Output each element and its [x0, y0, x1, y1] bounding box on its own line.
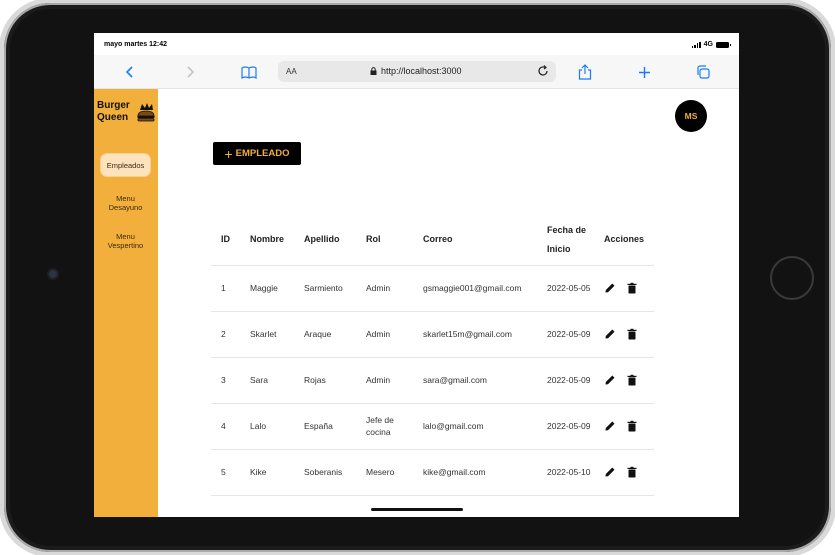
home-button-ring — [770, 256, 814, 300]
cell-nombre: Sara — [240, 356, 294, 403]
table-row: 2 Skarlet Araque Admin skarlet15m@gmail.com 2… — [211, 310, 654, 357]
status-indicators: 4G — [691, 41, 731, 48]
header-nombre: Nombre — [250, 234, 285, 245]
trash-icon[interactable] — [626, 420, 638, 432]
camera-lens — [49, 270, 57, 278]
cell-correo: skarlet15m@gmail.com — [413, 310, 537, 357]
cell-correo: kike@gmail.com — [413, 448, 537, 496]
burger-crown-icon — [136, 102, 156, 124]
network-label: 4G — [703, 41, 713, 48]
edit-icon[interactable] — [604, 328, 616, 340]
sidebar-item-menu-desayuno[interactable]: Menu Desayuno — [101, 194, 150, 212]
url-text: http://localhost:3000 — [381, 66, 462, 76]
cell-nombre: Maggie — [240, 264, 294, 311]
trash-icon[interactable] — [626, 466, 638, 478]
tabs-overview-icon[interactable] — [694, 63, 712, 81]
plus-icon: + — [224, 145, 233, 162]
cell-fecha: 2022-05-09 — [537, 402, 594, 449]
cell-nombre: Lalo — [240, 402, 294, 449]
cell-apellido: Araque — [294, 310, 356, 357]
cell-acciones — [594, 448, 654, 496]
screen: mayo martes 12:42 4G AA http://localhost… — [94, 33, 739, 517]
cell-correo: gsmaggie001@gmail.com — [413, 264, 537, 311]
cell-fecha: 2022-05-09 — [537, 356, 594, 403]
status-time: mayo martes 12:42 — [104, 41, 168, 48]
user-avatar[interactable]: MS — [675, 100, 707, 132]
cell-acciones — [594, 310, 654, 357]
cell-rol: Mesero — [356, 448, 413, 496]
new-tab-icon[interactable] — [635, 63, 653, 81]
table-row: 4 Lalo España Jefe de cocina lalo@gmail.com 2… — [211, 402, 654, 449]
home-indicator — [371, 508, 463, 511]
cell-apellido: Soberanis — [294, 448, 356, 496]
edit-icon[interactable] — [604, 374, 616, 386]
battery-icon — [716, 41, 731, 48]
sidebar-item-menu-vespertino[interactable]: Menu Vespertino — [101, 232, 150, 250]
lock-icon — [370, 67, 377, 75]
sidebar: Burger Queen Empleados Menu Desayuno Men… — [94, 89, 158, 517]
trash-icon[interactable] — [626, 374, 638, 386]
cell-fecha: 2022-05-09 — [537, 310, 594, 357]
reload-icon[interactable] — [536, 64, 550, 78]
row-actions — [604, 282, 654, 294]
edit-icon[interactable] — [604, 282, 616, 294]
header-correo: Correo — [423, 234, 453, 245]
employees-table: ID Nombre Apellido Rol Correo Fecha de I… — [211, 215, 654, 496]
main-content: MS + EMPLEADO ID Nombre Apellido Rol Cor… — [158, 89, 739, 517]
cell-id: 5 — [211, 448, 240, 496]
browser-toolbar: AA http://localhost:3000 — [94, 55, 739, 89]
header-id: ID — [221, 234, 230, 245]
row-actions — [604, 328, 654, 340]
cell-apellido: España — [294, 402, 356, 449]
header-acciones: Acciones — [604, 234, 645, 245]
cell-rol: Admin — [356, 310, 413, 357]
cell-id: 3 — [211, 356, 240, 403]
add-employee-label: EMPLEADO — [235, 148, 290, 159]
row-actions — [604, 420, 654, 432]
header-fecha-inicio: Fecha de Inicio — [547, 224, 587, 254]
bookmarks-icon[interactable] — [240, 63, 258, 81]
header-rol: Rol — [366, 234, 381, 245]
edit-icon[interactable] — [604, 420, 616, 432]
brand-logo: Burger Queen — [97, 100, 155, 130]
add-employee-button[interactable]: + EMPLEADO — [213, 142, 301, 165]
cell-apellido: Sarmiento — [294, 264, 356, 311]
trash-icon[interactable] — [626, 282, 638, 294]
table-row: 1 Maggie Sarmiento Admin gsmaggie001@gmail.c… — [211, 264, 654, 311]
table-header-row: ID Nombre Apellido Rol Correo Fecha de I… — [211, 215, 654, 265]
cell-id: 1 — [211, 264, 240, 311]
address-bar[interactable]: AA http://localhost:3000 — [278, 61, 556, 82]
table-row: 3 Sara Rojas Admin sara@gmail.com 2022-05-09 — [211, 356, 654, 403]
cell-apellido: Rojas — [294, 356, 356, 403]
forward-icon[interactable] — [181, 63, 199, 81]
cell-fecha: 2022-05-05 — [537, 264, 594, 311]
cell-acciones — [594, 356, 654, 403]
cell-acciones — [594, 264, 654, 311]
edit-icon[interactable] — [604, 466, 616, 478]
cell-id: 2 — [211, 310, 240, 357]
row-actions — [604, 466, 654, 478]
row-actions — [604, 374, 654, 386]
cell-rol: Admin — [356, 264, 413, 311]
table-row: 5 Kike Soberanis Mesero kike@gmail.com 2022-0… — [211, 448, 654, 496]
cell-fecha: 2022-05-10 — [537, 448, 594, 496]
trash-icon[interactable] — [626, 328, 638, 340]
sidebar-item-empleados[interactable]: Empleados — [101, 154, 150, 176]
url-display: http://localhost:3000 — [370, 66, 462, 76]
cell-nombre: Skarlet — [240, 310, 294, 357]
status-bar: mayo martes 12:42 4G — [94, 33, 739, 55]
cell-rol: Admin — [356, 356, 413, 403]
cell-correo: sara@gmail.com — [413, 356, 537, 403]
cell-nombre: Kike — [240, 448, 294, 496]
signal-icon — [691, 41, 701, 48]
reader-aa-label[interactable]: AA — [286, 67, 297, 76]
cell-id: 4 — [211, 402, 240, 449]
back-icon[interactable] — [121, 63, 139, 81]
cell-correo: lalo@gmail.com — [413, 402, 537, 449]
cell-rol: Jefe de cocina — [356, 402, 413, 449]
header-apellido: Apellido — [304, 234, 340, 245]
share-icon[interactable] — [576, 63, 594, 81]
cell-acciones — [594, 402, 654, 449]
app-root: Burger Queen Empleados Menu Desayuno Men… — [94, 89, 739, 517]
